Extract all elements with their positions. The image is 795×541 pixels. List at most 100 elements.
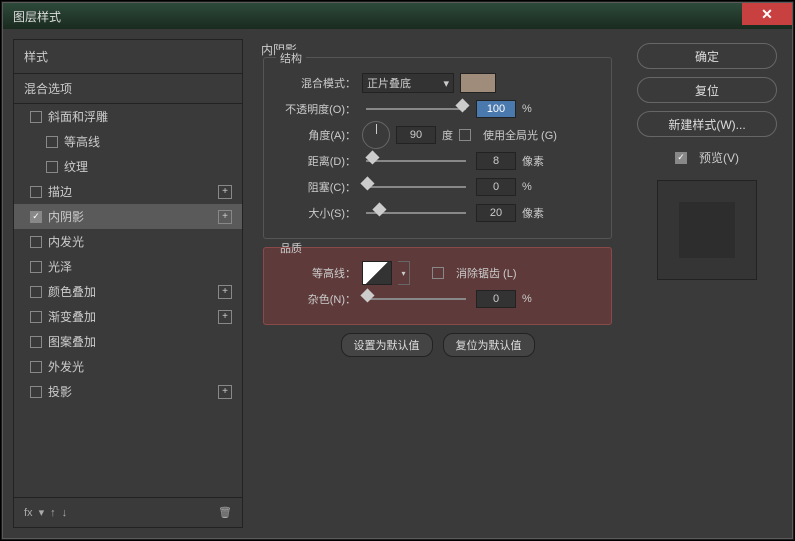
style-checkbox[interactable]: [30, 236, 42, 248]
blend-options-item[interactable]: 混合选项: [14, 73, 242, 104]
quality-legend: 品质: [276, 240, 306, 256]
contour-dropdown[interactable]: ▾: [398, 261, 410, 285]
quality-fieldset: 品质 等高线： ▾ 消除锯齿 (L) 杂色(N)： 0 %: [263, 247, 612, 325]
sidebar-header: 样式: [14, 40, 242, 73]
up-icon[interactable]: ↑: [50, 507, 56, 519]
sidebar-item-label: 颜色叠加: [48, 283, 96, 300]
sidebar-item-4[interactable]: ✓ 内阴影 +: [14, 204, 242, 229]
sidebar-item-label: 图案叠加: [48, 333, 96, 350]
sidebar-item-3[interactable]: 描边+: [14, 179, 242, 204]
style-checkbox[interactable]: ✓: [30, 211, 42, 223]
down-icon[interactable]: ↓: [62, 507, 68, 519]
style-checkbox[interactable]: [30, 286, 42, 298]
preview-swatch: [679, 202, 735, 258]
sidebar-item-5[interactable]: 内发光: [14, 229, 242, 254]
styles-sidebar: 样式 混合选项 斜面和浮雕等高线纹理描边+✓内阴影+内发光光泽颜色叠加+渐变叠加…: [13, 39, 243, 528]
right-panel: 确定 复位 新建样式(W)... ✓ 预览(V): [632, 39, 782, 528]
noise-input[interactable]: 0: [476, 290, 516, 308]
sidebar-item-2[interactable]: 纹理: [14, 154, 242, 179]
add-effect-icon[interactable]: +: [218, 185, 232, 199]
angle-unit: 度: [442, 127, 453, 143]
fx-dropdown-icon[interactable]: ▾: [39, 506, 45, 519]
close-button[interactable]: ✕: [742, 3, 792, 25]
size-input[interactable]: 20: [476, 204, 516, 222]
style-checkbox[interactable]: [30, 336, 42, 348]
opacity-unit: %: [522, 103, 552, 115]
fx-menu[interactable]: fx: [24, 507, 33, 519]
style-checkbox[interactable]: [30, 386, 42, 398]
reset-default-button[interactable]: 复位为默认值: [443, 333, 535, 357]
sidebar-item-7[interactable]: 颜色叠加 +: [14, 279, 242, 304]
sidebar-item-11[interactable]: 投影+: [14, 379, 242, 404]
cancel-button[interactable]: 复位: [637, 77, 777, 103]
sidebar-item-10[interactable]: 外发光: [14, 354, 242, 379]
blend-mode-label: 混合模式：: [274, 75, 356, 91]
angle-label: 角度(A)：: [274, 127, 356, 143]
set-default-button[interactable]: 设置为默认值: [341, 333, 433, 357]
opacity-slider[interactable]: [366, 108, 466, 110]
distance-label: 距离(D)：: [274, 153, 356, 169]
sidebar-item-8[interactable]: 渐变叠加 +: [14, 304, 242, 329]
noise-slider[interactable]: [366, 298, 466, 300]
structure-fieldset: 结构 混合模式： 正片叠底▾ 不透明度(O)： 100 % 角度(A)：: [263, 57, 612, 239]
color-swatch[interactable]: [460, 73, 496, 93]
sidebar-item-label: 渐变叠加: [48, 308, 96, 325]
size-label: 大小(S)：: [274, 205, 356, 221]
style-checkbox[interactable]: [30, 261, 42, 273]
distance-input[interactable]: 8: [476, 152, 516, 170]
style-checkbox[interactable]: [30, 111, 42, 123]
choke-label: 阻塞(C)：: [274, 179, 356, 195]
style-checkbox[interactable]: [30, 361, 42, 373]
antialias-label: 消除锯齿 (L): [456, 265, 517, 281]
blend-mode-select[interactable]: 正片叠底▾: [362, 73, 454, 93]
add-effect-icon[interactable]: +: [218, 310, 232, 324]
sidebar-item-label: 纹理: [64, 158, 88, 175]
sidebar-item-1[interactable]: 等高线: [14, 129, 242, 154]
contour-label: 等高线：: [274, 265, 356, 281]
style-checkbox[interactable]: [46, 136, 58, 148]
preview-label: 预览(V): [699, 149, 739, 166]
sidebar-item-label: 等高线: [64, 133, 100, 150]
sidebar-item-label: 外发光: [48, 358, 84, 375]
chevron-down-icon: ▾: [443, 77, 449, 90]
sidebar-item-6[interactable]: 光泽: [14, 254, 242, 279]
sidebar-item-label: 斜面和浮雕: [48, 108, 108, 125]
size-slider[interactable]: [366, 212, 466, 214]
sidebar-item-label: 内发光: [48, 233, 84, 250]
distance-slider[interactable]: [366, 160, 466, 162]
sidebar-item-0[interactable]: 斜面和浮雕: [14, 104, 242, 129]
main-panel: 内阴影 结构 混合模式： 正片叠底▾ 不透明度(O)： 100 %: [253, 39, 622, 528]
sidebar-footer: fx ▾ ↑ ↓ 🗑: [14, 497, 242, 527]
titlebar[interactable]: 图层样式 ✕: [3, 3, 792, 29]
sidebar-item-label: 内阴影: [48, 208, 84, 225]
size-unit: 像素: [522, 205, 552, 221]
preview-checkbox[interactable]: ✓: [675, 152, 687, 164]
distance-unit: 像素: [522, 153, 552, 169]
contour-picker[interactable]: [362, 261, 392, 285]
opacity-input[interactable]: 100: [476, 100, 516, 118]
choke-unit: %: [522, 181, 552, 193]
noise-unit: %: [522, 293, 552, 305]
window-title: 图层样式: [13, 8, 61, 25]
choke-slider[interactable]: [366, 186, 466, 188]
trash-icon[interactable]: 🗑: [218, 506, 232, 519]
layer-style-dialog: 图层样式 ✕ 样式 混合选项 斜面和浮雕等高线纹理描边+✓内阴影+内发光光泽颜色…: [2, 2, 793, 539]
ok-button[interactable]: 确定: [637, 43, 777, 69]
global-light-checkbox[interactable]: [459, 129, 471, 141]
add-effect-icon[interactable]: +: [218, 210, 232, 224]
preview-box: [657, 180, 757, 280]
sidebar-item-9[interactable]: 图案叠加: [14, 329, 242, 354]
style-checkbox[interactable]: [46, 161, 58, 173]
structure-legend: 结构: [276, 50, 306, 66]
global-light-label: 使用全局光 (G): [483, 127, 557, 143]
noise-label: 杂色(N)：: [274, 291, 356, 307]
new-style-button[interactable]: 新建样式(W)...: [637, 111, 777, 137]
add-effect-icon[interactable]: +: [218, 285, 232, 299]
angle-dial[interactable]: [362, 121, 390, 149]
add-effect-icon[interactable]: +: [218, 385, 232, 399]
style-checkbox[interactable]: [30, 186, 42, 198]
antialias-checkbox[interactable]: [432, 267, 444, 279]
style-checkbox[interactable]: [30, 311, 42, 323]
choke-input[interactable]: 0: [476, 178, 516, 196]
angle-input[interactable]: 90: [396, 126, 436, 144]
